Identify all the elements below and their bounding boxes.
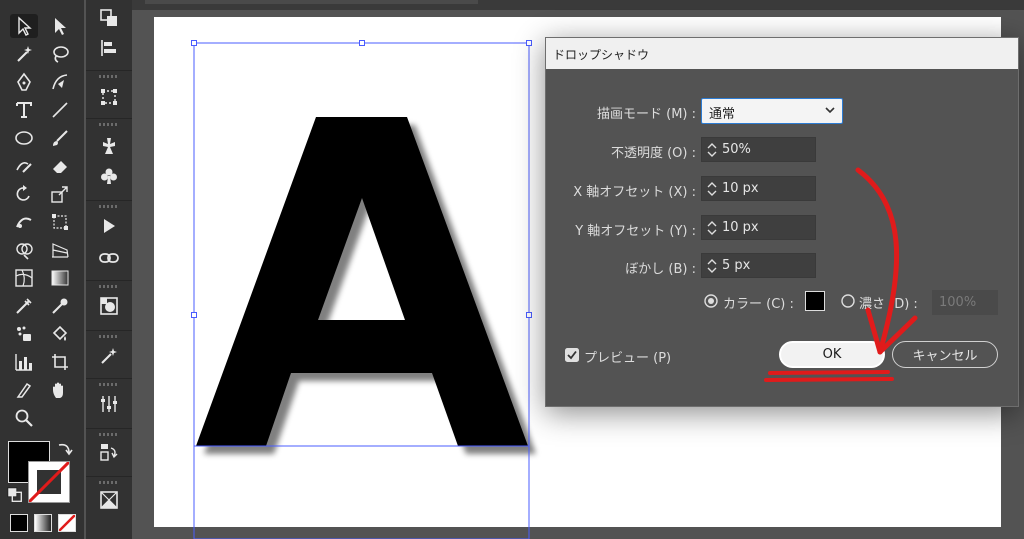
- red-arrow-annotation: [764, 167, 918, 382]
